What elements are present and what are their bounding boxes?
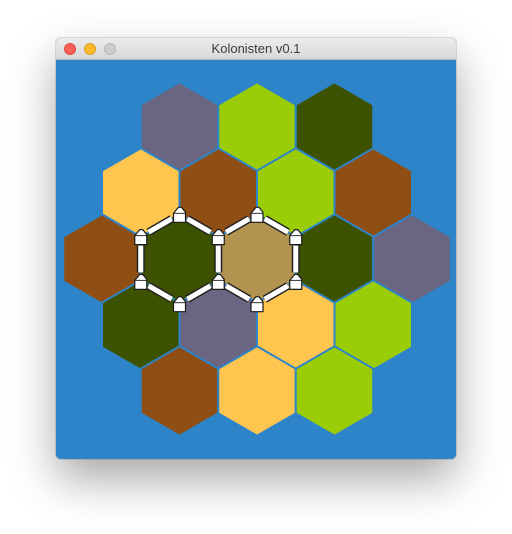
game-board[interactable] xyxy=(56,60,456,459)
hex-board[interactable] xyxy=(56,60,456,459)
game-window: Kolonisten v0.1 xyxy=(56,38,456,459)
window-title: Kolonisten v0.1 xyxy=(211,41,301,56)
title-bar: Kolonisten v0.1 xyxy=(56,38,456,60)
